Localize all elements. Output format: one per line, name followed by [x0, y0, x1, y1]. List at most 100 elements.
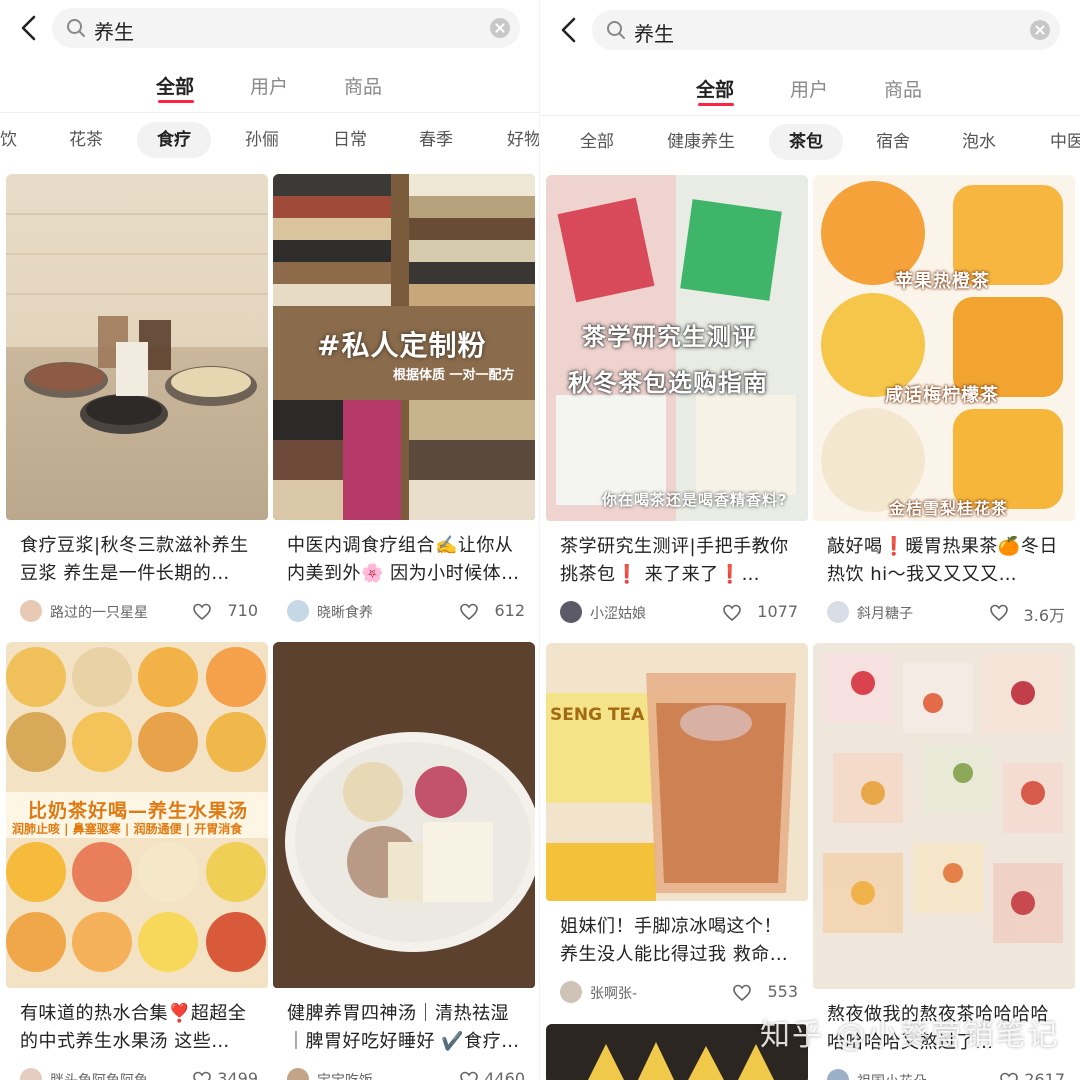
chip-tea-bags[interactable]: 茶包: [769, 124, 843, 160]
chip-all[interactable]: 全部: [560, 124, 634, 160]
search-query: 养生: [634, 22, 674, 46]
cover-headline: 茶学研究生测评: [582, 323, 757, 351]
search-icon: [67, 19, 85, 37]
note-meta: 胖头鱼阿鱼阿鱼 3499: [20, 1068, 258, 1080]
cover-subheadline: 根据体质 一对一配方: [393, 368, 515, 383]
heart-icon[interactable]: [192, 1070, 212, 1080]
tab-users[interactable]: 用户: [250, 72, 288, 99]
author-name[interactable]: 张啊张-: [590, 983, 637, 1003]
author-name[interactable]: 路过的一只星星: [50, 602, 148, 622]
search-query: 养生: [94, 20, 134, 44]
clear-icon[interactable]: [1030, 20, 1050, 40]
cover-label-3: 金桔雪梨桂花茶: [889, 499, 1009, 518]
chip-diet-therapy[interactable]: 食疗: [137, 122, 211, 158]
search-bar: 养生: [540, 10, 1080, 50]
note-card[interactable]: 比奶茶好喝—养生水果汤 润肺止咳 | 鼻塞驱寒 | 润肠通便 | 开胃消食 有味…: [6, 642, 268, 1080]
note-meta: 小涩姑娘 1077: [560, 601, 798, 625]
heart-icon[interactable]: [989, 603, 1009, 623]
avatar[interactable]: [560, 601, 582, 623]
ginseng-tea-photo: [546, 643, 808, 901]
chip-daily[interactable]: 日常: [313, 122, 387, 158]
avatar[interactable]: [20, 600, 42, 622]
like-count: 4460: [484, 1069, 525, 1080]
like-count: 2617: [1024, 1070, 1065, 1080]
chip-sun-li[interactable]: 孙俪: [225, 122, 299, 158]
heart-icon[interactable]: [459, 602, 479, 622]
note-card[interactable]: 食疗豆浆|秋冬三款滋补养生豆浆 养生是一件长期的… 路过的一只星星 710: [6, 174, 268, 634]
heart-icon[interactable]: [722, 603, 742, 623]
tea-packets-photo: [813, 643, 1075, 989]
note-card[interactable]: SENG TEA 姐妹们！手脚凉冰喝这个！养生没人能比得过我 救命… 张啊张- …: [546, 643, 808, 1013]
author-name[interactable]: 小涩姑娘: [590, 603, 646, 623]
chip-flower-tea[interactable]: 花茶: [49, 122, 123, 158]
active-tab-indicator: [158, 100, 194, 103]
note-card[interactable]: 茶学研究生测评 秋冬茶包选购指南 你在喝茶还是喝香精香料? 茶学研究生测评|手把…: [546, 175, 808, 635]
tab-products[interactable]: 商品: [884, 75, 922, 102]
tab-all[interactable]: 全部: [696, 75, 734, 102]
avatar[interactable]: [827, 1069, 849, 1080]
main-tabs: 全部 用户 商品: [540, 75, 1080, 111]
box-label: SENG TEA: [550, 705, 645, 725]
chip-drink[interactable]: 饮: [0, 122, 37, 158]
author-name[interactable]: 胖头鱼阿鱼阿鱼: [50, 1070, 148, 1080]
like-count: 612: [494, 601, 525, 620]
chip-good-stuff[interactable]: 好物: [487, 122, 540, 158]
like-count: 3.6万: [1023, 606, 1065, 625]
note-cover-image: [813, 643, 1075, 989]
cover-label-1: 苹果热橙茶: [895, 271, 990, 292]
note-cover-image: #私人定制粉 根据体质 一对一配方: [273, 174, 535, 520]
avatar[interactable]: [20, 1068, 42, 1080]
note-card[interactable]: 健脾养胃四神汤｜清热祛湿｜脾胃好吃好睡好 ✔️食疗… 宝宝吃饭 4460: [273, 642, 535, 1080]
clear-icon[interactable]: [490, 18, 510, 38]
like-count: 553: [767, 982, 798, 1001]
chip-tcm[interactable]: 中医: [1030, 124, 1080, 160]
search-input[interactable]: 养生: [52, 8, 520, 48]
note-card[interactable]: 苹果热橙茶 咸话梅柠檬茶 金桔雪梨桂花茶 敲好喝❗️暖胃热果茶🍊冬日热饮 hi～…: [813, 175, 1075, 635]
search-bar: 养生: [0, 8, 540, 48]
note-cover-image: SENG TEA: [546, 643, 808, 901]
avatar[interactable]: [827, 601, 849, 623]
like-count: 1077: [757, 602, 798, 621]
chip-spring[interactable]: 春季: [399, 122, 473, 158]
author-name[interactable]: 斜月糖子: [857, 603, 913, 623]
author-name[interactable]: 宝宝吃饭: [317, 1070, 373, 1080]
avatar[interactable]: [560, 981, 582, 1003]
cover-headline: #私人定制粉: [317, 329, 487, 362]
note-cover-image: [273, 642, 535, 988]
right-screenshot: 养生 全部 用户 商品 全部 健康养生 茶包 宿舍 泡水 中医 茶学研究生测评: [540, 0, 1080, 1080]
avatar[interactable]: [287, 1068, 309, 1080]
heart-icon[interactable]: [999, 1071, 1019, 1080]
avatar[interactable]: [287, 600, 309, 622]
divider: [540, 115, 1080, 116]
note-cover-image: [6, 174, 268, 520]
active-tab-indicator: [698, 103, 734, 106]
heart-icon[interactable]: [732, 983, 752, 1003]
author-name[interactable]: 晓晰食养: [317, 602, 373, 622]
tab-products[interactable]: 商品: [344, 72, 382, 99]
back-arrow-icon[interactable]: [18, 14, 40, 42]
divider: [0, 112, 540, 113]
author-name[interactable]: 祖国小花朵: [857, 1071, 927, 1080]
chip-dorm[interactable]: 宿舍: [856, 124, 930, 160]
cover-subheadline: 润肺止咳 | 鼻塞驱寒 | 润肠通便 | 开胃消食: [12, 822, 243, 836]
cover-caption: 你在喝茶还是喝香精香料?: [602, 491, 788, 509]
note-meta: 祖国小花朵 2617: [827, 1069, 1065, 1080]
search-input[interactable]: 养生: [592, 10, 1060, 50]
search-icon: [607, 21, 625, 39]
note-card[interactable]: #私人定制粉 根据体质 一对一配方 中医内调食疗组合✍️让你从内美到外🌸 因为小…: [273, 174, 535, 634]
left-screenshot: 养生 全部 用户 商品 饮 花茶 食疗 孙俪 日常 春季 好物 食疗豆浆|秋冬三…: [0, 0, 540, 1080]
chip-infused-water[interactable]: 泡水: [942, 124, 1016, 160]
filter-chips: 全部 健康养生 茶包 宿舍 泡水 中医: [540, 124, 1080, 162]
soymilk-photo: [6, 213, 268, 434]
heart-icon[interactable]: [459, 1070, 479, 1080]
tab-users[interactable]: 用户: [790, 75, 828, 102]
heart-icon[interactable]: [192, 602, 212, 622]
back-arrow-icon[interactable]: [558, 16, 580, 44]
note-cover-image: 比奶茶好喝—养生水果汤 润肺止咳 | 鼻塞驱寒 | 润肠通便 | 开胃消食: [6, 642, 268, 988]
note-title: 健脾养胃四神汤｜清热祛湿｜脾胃好吃好睡好 ✔️食疗…: [287, 1003, 520, 1052]
chip-health[interactable]: 健康养生: [647, 124, 755, 160]
like-count: 3499: [217, 1069, 258, 1080]
watermark: 知乎 @小葵营销笔记: [760, 1018, 1060, 1053]
tab-all[interactable]: 全部: [156, 72, 194, 99]
note-meta: 张啊张- 553: [560, 981, 798, 1005]
